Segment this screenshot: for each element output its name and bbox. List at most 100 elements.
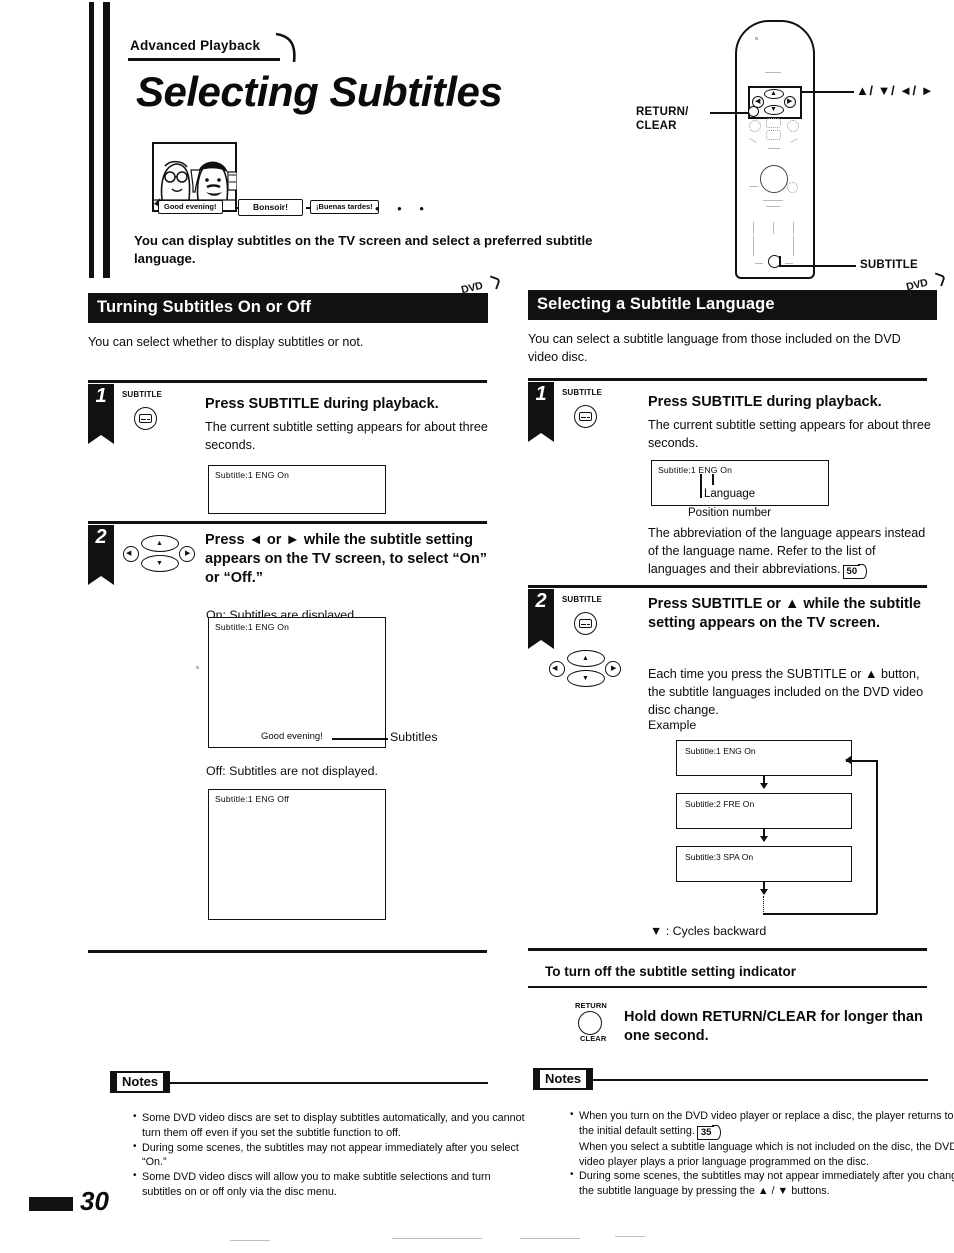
note-item: Some DVD video discs are set to display …	[133, 1110, 528, 1141]
step-number-2-left: 2	[88, 525, 114, 585]
note-subtext: When you select a subtitle language whic…	[579, 1140, 954, 1168]
osd-text: Subtitle:1 ENG On	[685, 746, 756, 756]
return-clear-button-icon	[578, 1011, 602, 1035]
annot-language-label: Language	[704, 488, 756, 500]
step-divider	[88, 521, 487, 524]
step-2-title-right: Press SUBTITLE or ▲ while the subtitle s…	[648, 596, 921, 631]
note-item: Some DVD video discs will allow you to m…	[133, 1169, 528, 1200]
callout-line-arrows	[802, 91, 854, 93]
subtitle-icon	[134, 407, 157, 430]
button-label-subtitle: SUBTITLE	[562, 595, 602, 604]
section-intro-left: You can select whether to display subtit…	[88, 335, 364, 349]
button-label-subtitle: SUBTITLE	[122, 390, 162, 399]
callout-vline-subtitle	[779, 256, 781, 266]
manual-page: Advanced Playback Selecting Subtitles Go…	[0, 0, 954, 1253]
arrow-cluster-icon: ▲ ▼ ◀ ▶	[549, 650, 621, 687]
tv-screen-off: Subtitle:1 ENG Off	[208, 789, 386, 920]
step-number-1-right: 1	[528, 382, 554, 442]
step-number-1-left: 1	[88, 384, 114, 444]
section-intro-right: You can select a subtitle language from …	[528, 332, 901, 364]
step-divider	[528, 585, 927, 588]
note-item: During some scenes, the subtitles may no…	[133, 1140, 528, 1171]
flow-loop-bottom	[763, 913, 877, 915]
step-2-off-caption: Off: Subtitles are not displayed.	[206, 764, 378, 778]
flow-arrow-1	[760, 776, 767, 789]
notes-rule-left	[166, 1082, 488, 1084]
note-text: When you turn on the DVD video player or…	[579, 1109, 954, 1137]
page-number: 30	[80, 1186, 109, 1216]
page-title: Selecting Subtitles	[136, 68, 503, 115]
step-1-body2-right: The abbreviation of the language appears…	[648, 525, 936, 580]
folio-bar	[29, 1197, 73, 1211]
flow-arrow-2	[760, 829, 767, 842]
note-item: During some scenes, the subtitles may no…	[570, 1168, 954, 1199]
section-kicker: Advanced Playback	[130, 38, 261, 53]
kicker-underline	[128, 58, 280, 61]
flow-loop-right	[876, 760, 878, 914]
step-1-body-right: The current subtitle setting appears for…	[648, 418, 931, 450]
notes-list-left: Some DVD video discs are set to display …	[93, 1110, 528, 1200]
osd-text: Subtitle:1 ENG On	[215, 622, 290, 632]
annot-line-language	[712, 474, 714, 485]
notes-rule-right	[590, 1079, 928, 1081]
speech-bubble-es: ¡Buenas tardes!	[310, 200, 379, 214]
remote-return-button	[748, 106, 759, 117]
page-ref-chip[interactable]: 50	[842, 564, 867, 580]
flow-loop-arrowhead	[845, 756, 851, 764]
osd-text: Subtitle:1 ENG Off	[215, 794, 290, 804]
notes-badge-right: Notes	[532, 1067, 594, 1091]
osd-text: Subtitle:1 ENG On	[658, 465, 733, 475]
tv-screen-step1-left: Subtitle:1 ENG On	[208, 465, 386, 514]
return-button-top-label: RETURN	[575, 1001, 607, 1010]
step-2-body-right: Each time you press the SUBTITLE or ▲ bu…	[648, 667, 924, 717]
step-number-2-right: 2	[528, 589, 554, 649]
arrow-cluster-icon: ▲ ▼ ◀ ▶	[123, 535, 195, 572]
callout-subtitles-label: Subtitles	[390, 730, 438, 744]
step-1-title-left: Press SUBTITLE during playback.	[205, 396, 439, 412]
section-end-rule-left	[88, 950, 487, 953]
callout-line-subtitle	[779, 265, 856, 267]
tv-screen-on: Subtitle:1 ENG On Good evening!	[208, 617, 386, 748]
section-heading-selecting-language: Selecting a Subtitle Language	[528, 290, 937, 320]
intro-paragraph: You can display subtitles on the TV scre…	[134, 233, 593, 266]
step-1-title-right: Press SUBTITLE during playback.	[648, 394, 882, 410]
step-1-body2-text: The abbreviation of the language appears…	[648, 526, 926, 576]
step-1-body-left: The current subtitle setting appears for…	[205, 420, 488, 452]
step-2-title-left: Press ◄ or ► while the subtitle setting …	[205, 532, 488, 586]
subtitle-icon	[574, 612, 597, 635]
speech-bubble-en: Good evening!	[158, 200, 223, 214]
step-divider	[528, 378, 927, 381]
spine-bar-outer	[89, 2, 94, 278]
speech-bubble-fr: Bonsoir!	[238, 199, 303, 216]
notes-badge-left: Notes	[109, 1070, 171, 1094]
ellipsis-dots: • • •	[375, 201, 431, 216]
return-button-bottom-label: CLEAR	[580, 1034, 607, 1043]
osd-text: Subtitle:1 ENG On	[215, 470, 290, 480]
return-instruction: Hold down RETURN/CLEAR for longer than o…	[624, 1009, 923, 1044]
notes-list-right: When you turn on the DVD video player or…	[530, 1108, 954, 1199]
example-label: Example	[648, 718, 697, 732]
button-label-subtitle: SUBTITLE	[562, 388, 602, 397]
spine-bar-inner	[103, 2, 110, 278]
remote-control-illustration: ◀ ▶ ▲ ▼	[735, 20, 815, 279]
callout-line-subtitles	[332, 738, 388, 740]
osd-subtitle-text: Good evening!	[261, 731, 323, 742]
kicker-paren-icon	[275, 30, 296, 63]
step-divider	[88, 380, 487, 383]
callout-subtitle-label: SUBTITLE	[860, 259, 918, 271]
annot-line-position	[700, 474, 702, 498]
page-ref-chip[interactable]: 35	[696, 1125, 721, 1141]
subheading-turn-off-indicator: To turn off the subtitle setting indicat…	[545, 964, 796, 979]
flow-arrow-3	[760, 882, 767, 895]
note-item: When you turn on the DVD video player or…	[570, 1108, 954, 1170]
osd-text: Subtitle:2 FRE On	[685, 799, 755, 809]
annot-position-label: Position number	[688, 507, 772, 519]
flow-box-3: Subtitle:3 SPA On	[676, 846, 852, 882]
flow-box-2: Subtitle:2 FRE On	[676, 793, 852, 829]
section-end-rule-right	[528, 948, 927, 951]
section-heading-turning-subtitles: Turning Subtitles On or Off	[88, 293, 488, 323]
callout-line-return	[710, 112, 750, 114]
flow-box-1: Subtitle:1 ENG On	[676, 740, 852, 776]
subheading-rule	[528, 986, 927, 988]
flow-dotted-continuation	[763, 896, 764, 914]
